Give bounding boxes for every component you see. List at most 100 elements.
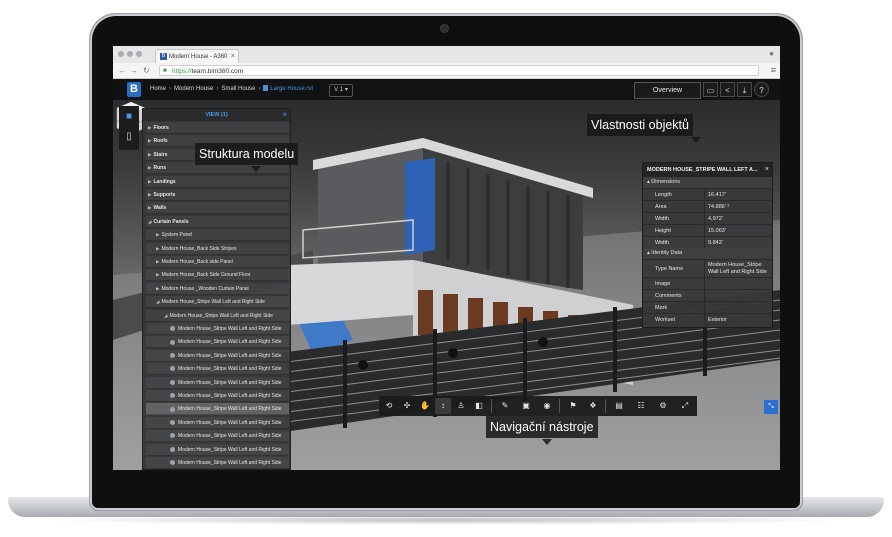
document-icon[interactable]: ▯ — [122, 130, 136, 144]
tree-item-label: Floors — [153, 125, 169, 131]
share-icon[interactable]: < — [720, 82, 735, 97]
model-browser-header: VIEW (1) × — [143, 109, 290, 121]
chevron-right-icon[interactable]: ▶ — [156, 286, 159, 291]
chevron-right-icon[interactable]: ▶ — [156, 232, 159, 237]
first-person-icon[interactable]: ♙ — [453, 398, 469, 414]
forward-arrow-icon[interactable]: → — [130, 65, 138, 76]
browser-tab[interactable]: B Modern House - A360 × — [155, 49, 239, 63]
pan-icon[interactable]: ✋ — [417, 398, 433, 414]
dimensions-section[interactable]: ▴ Dimensions — [643, 177, 772, 188]
download-icon[interactable]: ⤓ — [737, 82, 752, 97]
model-cube-icon[interactable]: ■ — [122, 110, 136, 124]
chevron-down-icon[interactable]: ◢ — [148, 219, 151, 224]
chevron-right-icon[interactable]: ▶ — [148, 138, 151, 143]
explode-icon[interactable]: ◉ — [539, 398, 555, 414]
back-arrow-icon[interactable]: ← — [118, 65, 126, 76]
orbit-icon[interactable]: ⟲ — [381, 398, 397, 414]
tree-item[interactable]: ▶ Supports — [146, 189, 289, 201]
version-select[interactable]: V 1 ▾ — [329, 84, 353, 97]
help-icon[interactable]: ? — [754, 82, 769, 97]
tree-item-label: Modern House_Stripe Wall Left and Right … — [178, 460, 282, 466]
element-icon — [170, 446, 175, 452]
tree-item[interactable]: Modern House_Stripe Wall Left and Right … — [146, 390, 289, 402]
tab-title: Modern House - A360 — [169, 54, 228, 60]
tree-item[interactable]: Modern House_Stripe Wall Left and Right … — [146, 363, 289, 376]
tree-item[interactable]: Modern House_Stripe Wall Left and Right … — [146, 457, 289, 469]
chevron-down-icon[interactable]: ◢ — [156, 299, 159, 304]
element-icon — [170, 406, 175, 412]
chevron-right-icon[interactable]: ▶ — [148, 165, 151, 170]
tree-item[interactable]: ▶ Modern House_Back Side Stripes — [146, 242, 289, 255]
free-orbit-icon[interactable]: ✣ — [399, 398, 415, 414]
overview-button[interactable]: Overview — [634, 82, 701, 99]
url-scheme: https:// — [172, 68, 192, 75]
document-browser-icon[interactable]: ☷ — [633, 398, 649, 414]
tree-item[interactable]: ▶ Floors — [146, 122, 289, 134]
tree-item[interactable]: ▶ Walls — [146, 202, 289, 215]
close-icon[interactable]: × — [282, 109, 287, 121]
window-minimize-dot[interactable] — [127, 51, 133, 57]
chevron-right-icon[interactable]: ▶ — [156, 272, 159, 277]
tree-item[interactable]: Modern House_Stripe Wall Left and Right … — [146, 443, 289, 456]
chevron-right-icon[interactable]: ▶ — [156, 259, 159, 264]
breadcrumb-file: Large House.rvt — [270, 86, 314, 92]
property-value: 16.417' — [704, 189, 726, 200]
zoom-icon[interactable]: ↕ — [435, 398, 451, 414]
tree-item[interactable]: ▶ System Panel — [146, 229, 289, 242]
chevron-down-icon[interactable]: ◢ — [164, 313, 167, 318]
fullscreen-icon[interactable]: ⤢ — [677, 398, 693, 414]
tree-item[interactable]: ▶ Modern House_Back Side Ground Floor — [146, 269, 289, 282]
identity-section[interactable]: ▴ Identity Data — [643, 248, 772, 259]
toolbar-divider — [605, 399, 606, 413]
settings-icon[interactable]: ⚙ — [655, 398, 671, 414]
chevron-right-icon[interactable]: ▶ — [148, 205, 151, 210]
properties-icon[interactable]: ❖ — [585, 398, 601, 414]
chevron-right-icon[interactable]: ▶ — [148, 152, 151, 157]
url-input[interactable]: ■ https://team.bim360.com — [159, 65, 759, 76]
tree-item[interactable]: Modern House_Stripe Wall Left and Right … — [146, 416, 289, 429]
close-icon[interactable]: × — [765, 163, 769, 177]
tree-item[interactable]: Modern House_Stripe Wall Left and Right … — [146, 336, 289, 349]
profile-icon[interactable]: ● — [767, 49, 776, 59]
tree-item[interactable]: Modern House_Stripe Wall Left and Right … — [146, 376, 289, 389]
element-icon — [170, 433, 175, 439]
navigation-toolbar: ⟲ ✣ ✋ ↕ ♙ ◧ ✎ ▣ ◉ ⚑ ❖ ▤ ☷ ⚙ ⤢ — [379, 396, 697, 416]
measure-icon[interactable]: ✎ — [497, 398, 513, 414]
tree-item-label: Modern House_Stripe Wall Left and Right … — [178, 433, 282, 440]
tree-item[interactable]: ◢ Curtain Panels — [146, 215, 289, 228]
bim360-logo[interactable]: B — [127, 82, 141, 97]
breadcrumb-home[interactable]: Home — [150, 86, 166, 92]
tree-item-label: Landings — [153, 178, 176, 185]
tree-item-label: Modern House _Wooden Curtain Panel — [161, 285, 249, 292]
property-row: Length 16.417' — [643, 188, 772, 200]
section-icon[interactable]: ▣ — [518, 398, 534, 414]
structure-icon[interactable]: ▤ — [611, 398, 627, 414]
tree-item[interactable]: Modern House_Stripe Wall Left and Right … — [146, 403, 289, 416]
property-row: Workset Exterior — [643, 313, 772, 325]
window-close-dot[interactable] — [118, 51, 124, 57]
breadcrumb-folder[interactable]: Small House — [221, 86, 255, 92]
tree-item[interactable]: ◢ Modern House_Stripe Wall Left and Right… — [146, 309, 289, 322]
tree-item[interactable]: ▶ Modern House_Back side Panel — [146, 256, 289, 268]
chevron-right-icon[interactable]: ▶ — [148, 192, 151, 197]
reload-icon[interactable]: ↻ — [143, 65, 150, 76]
window-maximize-dot[interactable] — [136, 51, 142, 57]
comment-icon[interactable]: ▭ — [703, 82, 718, 97]
close-icon[interactable]: × — [231, 50, 235, 64]
tree-item[interactable]: Modern House_Stripe Wall Left and Right … — [146, 323, 289, 335]
chevron-right-icon[interactable]: ▶ — [148, 179, 151, 184]
chevron-right-icon[interactable]: ▶ — [148, 125, 151, 130]
menu-icon[interactable]: ≡ — [771, 65, 776, 76]
tree-item[interactable]: ▶ Landings — [146, 175, 289, 188]
camera-icon[interactable]: ◧ — [471, 398, 487, 414]
tree-item[interactable]: Modern House_Stripe Wall Left and Right … — [146, 430, 289, 443]
corner-zoom-icon[interactable]: ⤡ — [764, 400, 778, 414]
toolbar-divider — [559, 399, 560, 413]
tree-item[interactable]: Modern House_Stripe Wall Left and Right … — [146, 349, 289, 362]
browser-addressbar: ← → ↻ ■ https://team.bim360.com ≡ — [113, 63, 780, 79]
model-browser-icon[interactable]: ⚑ — [565, 398, 581, 414]
chevron-right-icon[interactable]: ▶ — [156, 246, 159, 251]
tree-item[interactable]: ▶ Modern House _Wooden Curtain Panel — [146, 282, 289, 295]
tree-item[interactable]: ◢ Modern House_Stripe Wall Left and Right… — [146, 296, 289, 309]
breadcrumb-project[interactable]: Modern House — [174, 86, 213, 92]
